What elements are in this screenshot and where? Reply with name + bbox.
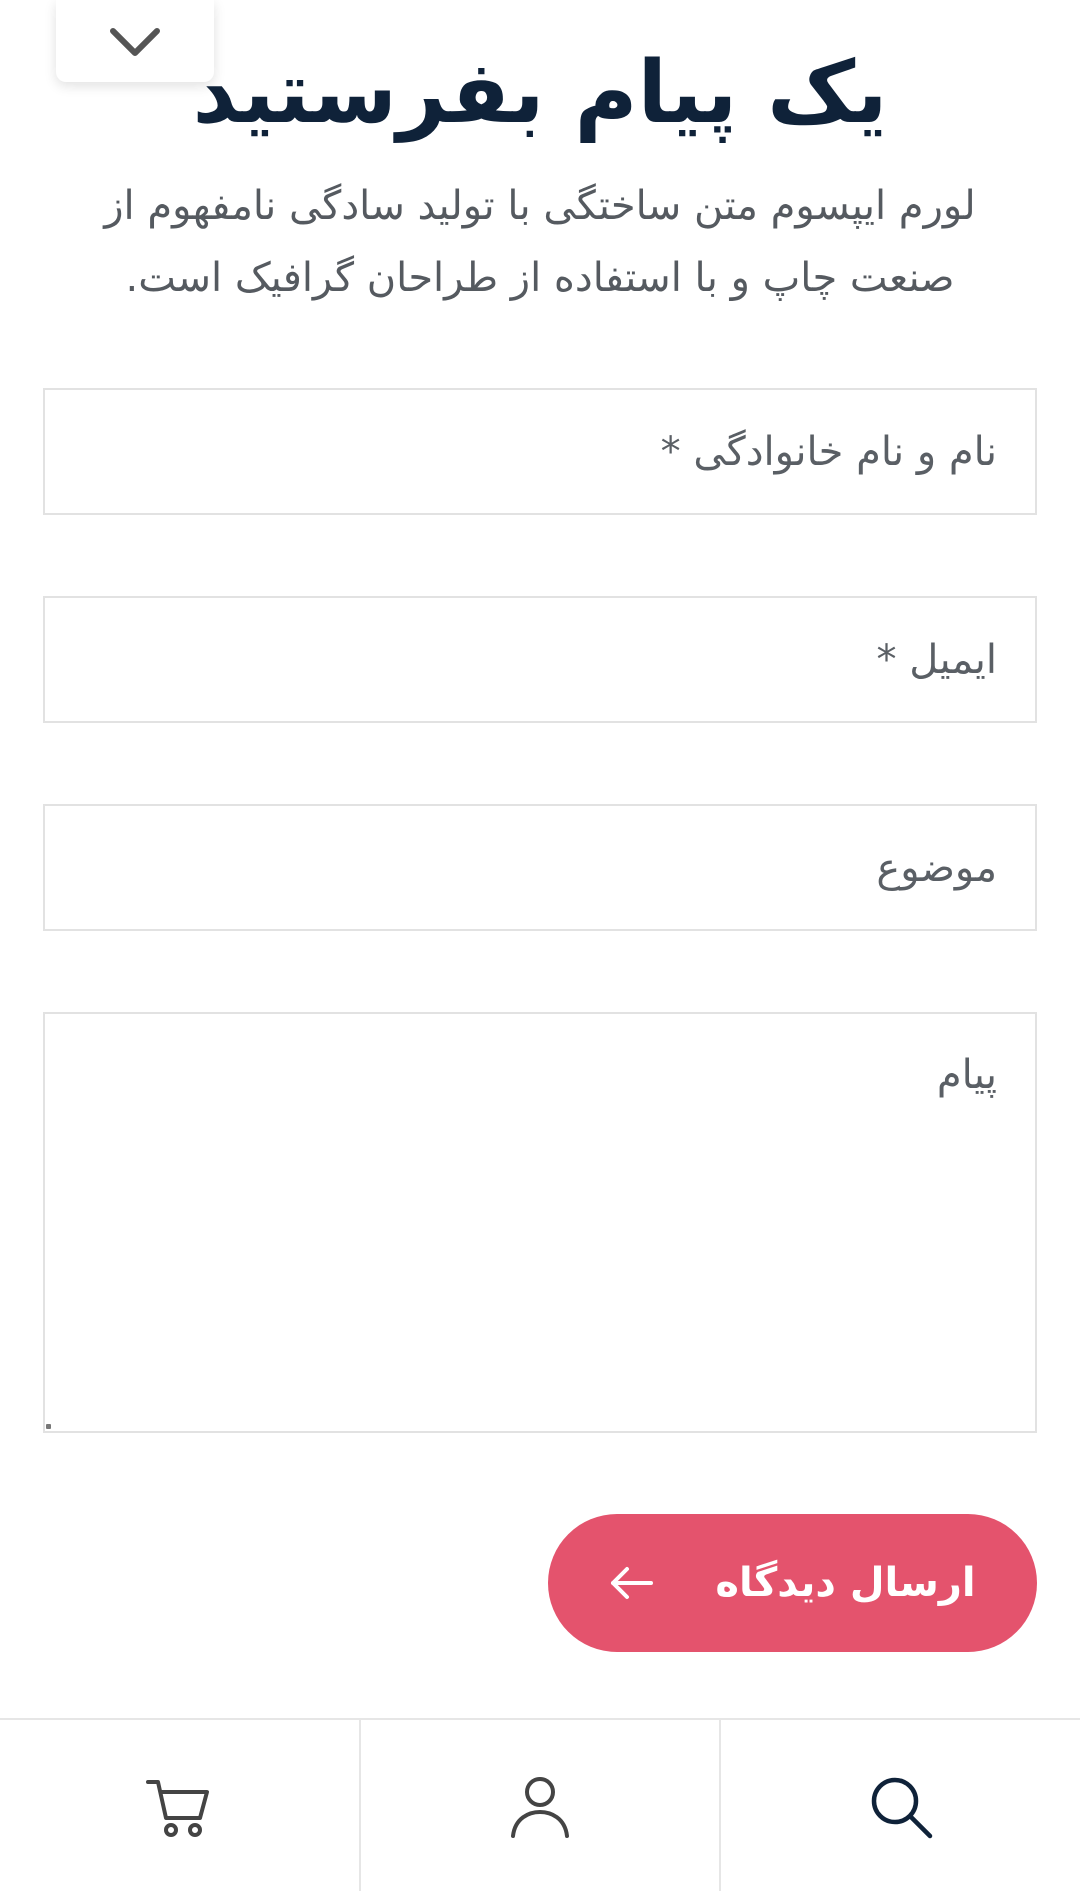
page-title: یک پیام بفرستید [192,43,888,143]
message-textarea[interactable] [43,1012,1037,1433]
arrow-left-icon [611,1567,654,1599]
subject-input[interactable] [43,804,1037,931]
submit-button-label: ارسال دیدگاه [715,1560,976,1606]
name-input[interactable] [43,388,1037,515]
bottom-navigation [0,1718,1080,1891]
nav-item-search[interactable] [721,1720,1080,1891]
nav-item-account[interactable] [361,1720,722,1891]
nav-item-cart[interactable] [0,1720,361,1891]
cart-icon [146,1779,210,1837]
textarea-resize-handle[interactable] [46,1424,51,1429]
email-input[interactable] [43,596,1037,723]
contact-page: یک پیام بفرستید لورم ایپسوم متن ساختگی ب… [0,0,1080,1891]
submit-comment-button[interactable]: ارسال دیدگاه [548,1514,1037,1652]
user-icon [511,1776,569,1838]
search-icon [871,1777,932,1838]
page-subtitle: لورم ایپسوم متن ساختگی با تولید سادگی نا… [104,183,976,301]
